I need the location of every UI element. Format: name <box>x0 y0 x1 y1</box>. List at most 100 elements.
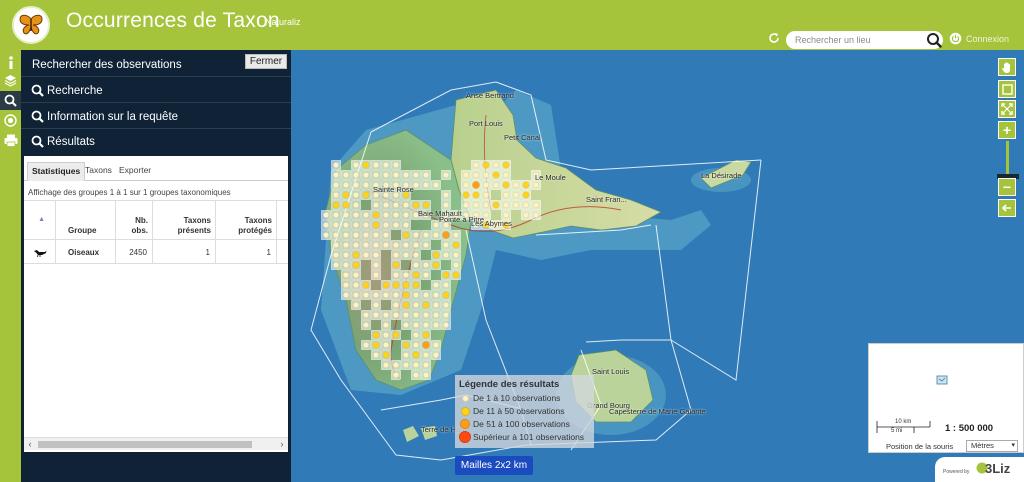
occurrence-dot[interactable] <box>333 171 340 178</box>
occurrence-dot[interactable] <box>382 241 389 248</box>
occurrence-dot[interactable] <box>382 211 389 218</box>
occurrence-dot[interactable] <box>412 181 419 188</box>
occurrence-dot[interactable] <box>462 181 469 188</box>
occurrence-dot[interactable] <box>372 271 379 278</box>
mesh-toggle-button[interactable]: Mailles 2x2 km <box>455 456 533 475</box>
occurrence-dot[interactable] <box>362 191 370 199</box>
occurrence-dot[interactable] <box>412 201 420 209</box>
occurrence-dot[interactable] <box>343 211 350 218</box>
occurrence-dot[interactable] <box>482 171 489 178</box>
occurrence-dot[interactable] <box>402 291 410 299</box>
occurrence-dot[interactable] <box>482 191 489 198</box>
occurrence-dot[interactable] <box>432 251 440 259</box>
occurrence-dot[interactable] <box>372 241 379 248</box>
occurrence-dot[interactable] <box>372 331 380 339</box>
occurrence-dot[interactable] <box>412 342 419 349</box>
occurrence-dot[interactable] <box>362 241 369 248</box>
occurrence-dot[interactable] <box>532 181 539 188</box>
occurrence-dot[interactable] <box>432 291 439 298</box>
pan-hand-icon[interactable] <box>998 58 1016 76</box>
occurrence-dot[interactable] <box>412 351 420 359</box>
occurrence-dot[interactable] <box>502 201 509 208</box>
occurrence-dot[interactable] <box>532 201 539 208</box>
occurrence-dot[interactable] <box>392 251 399 258</box>
occurrence-dot[interactable] <box>392 312 399 319</box>
occurrence-dot[interactable] <box>323 231 330 238</box>
occurrence-dot[interactable] <box>353 171 360 178</box>
overview-map[interactable] <box>868 343 1024 453</box>
occurrence-dot[interactable] <box>353 301 360 308</box>
occurrence-dot[interactable] <box>422 312 429 319</box>
occurrence-dot[interactable] <box>382 322 389 329</box>
occurrence-dot[interactable] <box>482 161 490 169</box>
occurrence-dot[interactable] <box>422 261 429 268</box>
occurrence-dot[interactable] <box>402 241 409 248</box>
occurrence-dot[interactable] <box>402 362 409 369</box>
occurrence-dot[interactable] <box>522 191 530 199</box>
occurrence-dot[interactable] <box>422 181 429 188</box>
occurrence-dot[interactable] <box>372 211 380 219</box>
occurrence-dot[interactable] <box>432 312 439 319</box>
occurrence-dot[interactable] <box>343 171 350 178</box>
occurrence-dot[interactable] <box>442 201 449 208</box>
occurrence-dot[interactable] <box>402 171 409 178</box>
occurrence-dot[interactable] <box>472 191 480 199</box>
occurrence-dot[interactable] <box>392 271 399 278</box>
unit-select[interactable]: Mètres ▾ <box>966 440 1018 452</box>
horizontal-scrollbar[interactable]: ‹ › <box>24 437 288 450</box>
occurrence-dot[interactable] <box>353 291 360 298</box>
occurrence-dot[interactable] <box>372 221 380 229</box>
occurrence-dot[interactable] <box>392 241 399 248</box>
occurrence-dot[interactable] <box>532 211 539 218</box>
occurrence-dot[interactable] <box>502 161 510 169</box>
occurrence-dot[interactable] <box>432 231 439 238</box>
occurrence-dot[interactable] <box>412 332 419 339</box>
occurrence-dot[interactable] <box>412 312 419 319</box>
power-icon[interactable] <box>949 32 962 45</box>
occurrence-dot[interactable] <box>402 312 409 319</box>
occurrence-dot[interactable] <box>412 271 420 279</box>
occurrence-dot[interactable] <box>362 221 369 228</box>
occurrence-dot[interactable] <box>382 312 389 319</box>
occurrence-dot[interactable] <box>333 231 340 238</box>
occurrence-dot[interactable] <box>382 291 389 298</box>
occurrence-dot[interactable] <box>353 191 360 198</box>
occurrence-dot[interactable] <box>343 291 350 298</box>
occurrence-dot[interactable] <box>442 191 449 198</box>
occurrence-dot[interactable] <box>402 352 409 359</box>
occurrence-dot[interactable] <box>333 191 340 198</box>
occurrence-dot[interactable] <box>343 261 350 268</box>
occurrence-dot[interactable] <box>372 301 379 308</box>
occurrence-dot[interactable] <box>442 231 450 239</box>
scroll-left-icon[interactable]: ‹ <box>24 438 36 450</box>
occurrence-dot[interactable] <box>333 251 340 258</box>
scrollbar-thumb[interactable] <box>38 441 252 448</box>
occurrence-dot[interactable] <box>342 191 350 199</box>
occurrence-dot[interactable] <box>492 201 500 209</box>
occurrence-dot[interactable] <box>482 211 489 218</box>
occurrence-dot[interactable] <box>372 161 379 168</box>
section-recherche[interactable]: Recherche <box>21 78 291 103</box>
occurrence-dot[interactable] <box>392 372 399 379</box>
occurrence-dot[interactable] <box>482 181 489 188</box>
login-link[interactable]: Connexion <box>966 34 1009 44</box>
occurrence-dot[interactable] <box>432 322 439 329</box>
occurrence-dot[interactable] <box>452 271 460 279</box>
occurrence-dot[interactable] <box>432 261 440 269</box>
occurrence-dot[interactable] <box>372 261 379 268</box>
occurrence-dot[interactable] <box>362 342 369 349</box>
occurrence-dot[interactable] <box>462 201 469 208</box>
occurrence-dot[interactable] <box>442 281 449 288</box>
occurrence-dot[interactable] <box>442 312 449 319</box>
occurrence-dot[interactable] <box>492 161 499 168</box>
occurrence-dot[interactable] <box>422 271 429 278</box>
occurrence-dot[interactable] <box>382 342 389 349</box>
occurrence-dot[interactable] <box>452 231 459 238</box>
app-logo[interactable] <box>12 6 50 44</box>
occurrence-dot[interactable] <box>512 201 519 208</box>
print-icon[interactable] <box>0 131 21 150</box>
occurrence-dot[interactable] <box>422 362 429 369</box>
layers-icon[interactable] <box>0 71 21 90</box>
occurrence-dot[interactable] <box>442 251 449 258</box>
zoom-in-icon[interactable]: + <box>998 121 1016 139</box>
